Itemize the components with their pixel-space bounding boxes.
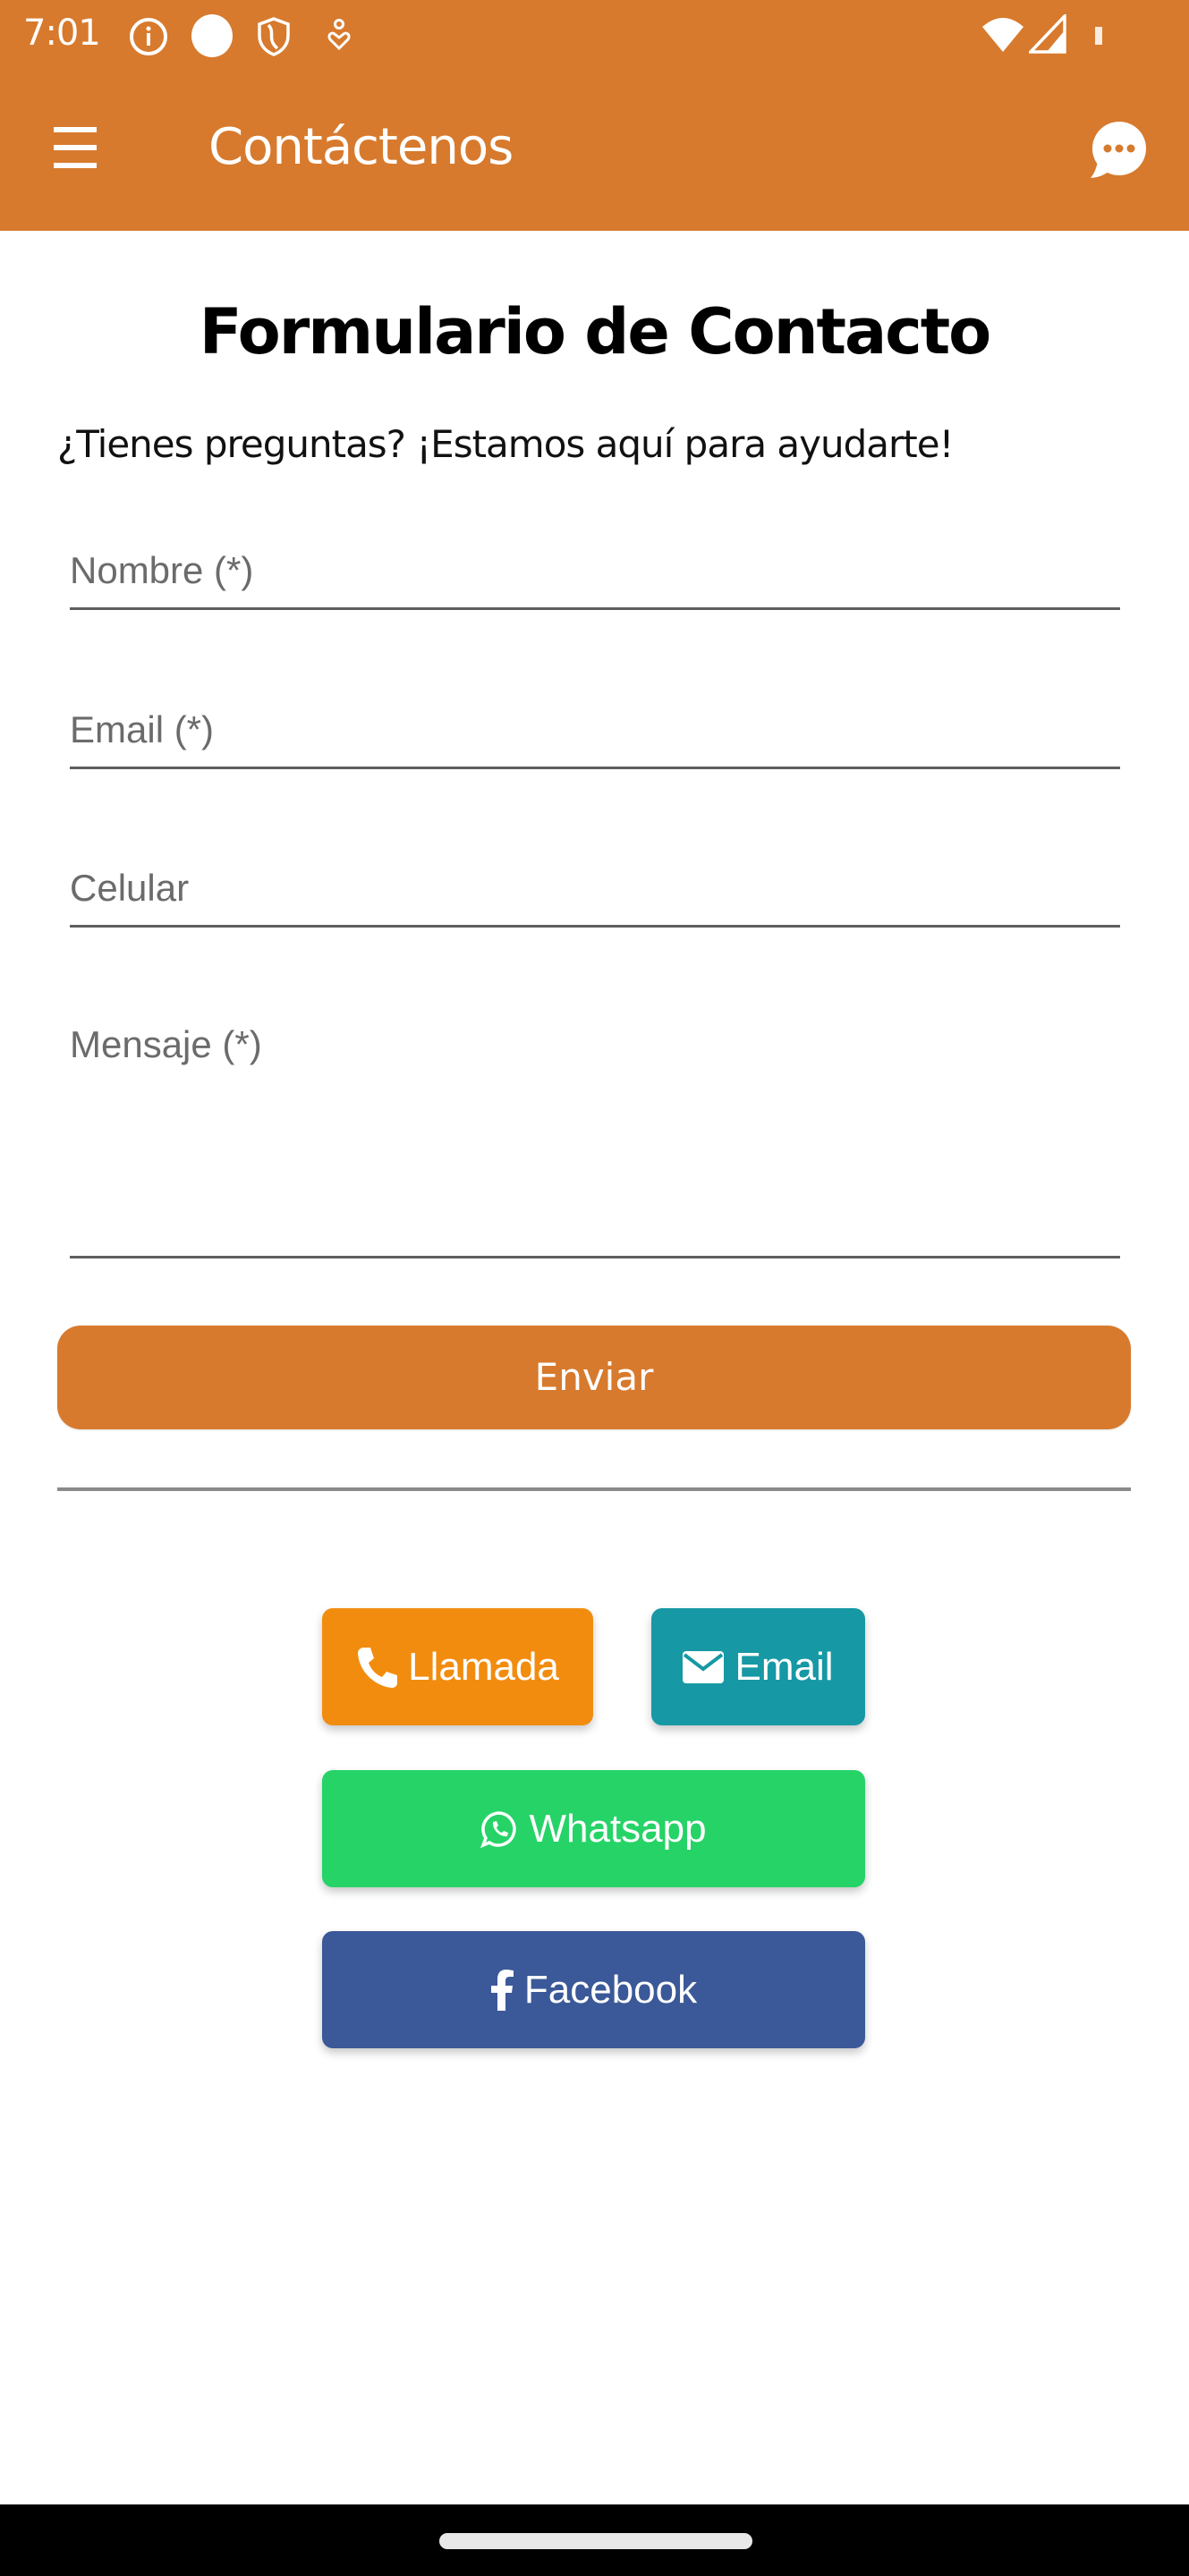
envelope-icon xyxy=(683,1650,725,1683)
hamburger-menu-icon xyxy=(54,127,97,132)
status-time: 7:01 xyxy=(23,13,101,54)
app-bar: Contáctenos xyxy=(0,72,1189,231)
divider xyxy=(57,1487,1131,1491)
whatsapp-button-label: Whatsapp xyxy=(529,1806,707,1851)
shield-icon xyxy=(258,17,290,56)
app-title: Contáctenos xyxy=(208,118,514,176)
call-button[interactable]: Llamada xyxy=(322,1608,593,1725)
wifi-icon xyxy=(982,18,1023,52)
email-button-label: Email xyxy=(735,1644,834,1689)
form-title: Formulario de Contacto xyxy=(199,295,992,369)
email-placeholder: Email (*) xyxy=(70,708,215,750)
circle-icon xyxy=(191,14,233,57)
email-field[interactable]: Email (*) xyxy=(70,696,1120,769)
whatsapp-button[interactable]: Whatsapp xyxy=(322,1770,865,1887)
menu-button[interactable] xyxy=(39,116,111,179)
celular-placeholder: Celular xyxy=(70,867,190,909)
status-bar: 7:01 xyxy=(0,0,1189,72)
accessibility-icon xyxy=(327,19,351,51)
nombre-placeholder: Nombre (*) xyxy=(70,549,254,591)
nombre-field[interactable]: Nombre (*) xyxy=(70,537,1120,610)
info-icon xyxy=(130,18,167,55)
form-subtitle: ¿Tienes preguntas? ¡Estamos aquí para ay… xyxy=(57,422,954,466)
mensaje-textarea[interactable]: Mensaje (*) xyxy=(70,1011,1120,1258)
facebook-button-label: Facebook xyxy=(523,1967,698,2012)
facebook-icon xyxy=(490,1969,514,2011)
system-navigation-bar xyxy=(0,2504,1189,2576)
home-gesture-handle[interactable] xyxy=(439,2533,752,2549)
whatsapp-icon xyxy=(480,1810,517,1848)
chat-bubble-icon xyxy=(1091,122,1146,178)
chat-button[interactable] xyxy=(1082,118,1153,182)
phone-icon xyxy=(358,1647,398,1688)
mensaje-placeholder: Mensaje (*) xyxy=(70,1023,262,1065)
submit-button[interactable]: Enviar xyxy=(57,1326,1131,1429)
signal-icon xyxy=(1029,14,1066,54)
facebook-button[interactable]: Facebook xyxy=(322,1931,865,2048)
email-button[interactable]: Email xyxy=(651,1608,865,1725)
battery-icon xyxy=(1095,27,1102,45)
call-button-label: Llamada xyxy=(408,1644,559,1689)
celular-field[interactable]: Celular xyxy=(70,854,1120,928)
